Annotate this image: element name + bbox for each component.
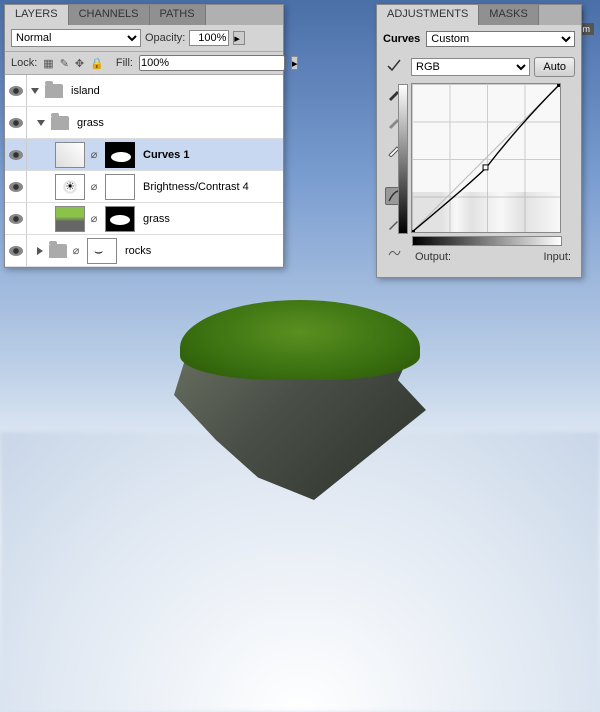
visibility-eye-icon[interactable] bbox=[9, 118, 23, 128]
channel-select[interactable]: RGB bbox=[411, 58, 530, 76]
folder-icon bbox=[45, 84, 63, 98]
lock-all-icon[interactable]: 🔒 bbox=[90, 56, 104, 70]
adjustments-panel: ADJUSTMENTS MASKS Curves Custom RGB Auto bbox=[376, 4, 582, 278]
link-icon[interactable]: ⌀ bbox=[89, 212, 99, 225]
layers-panel-tabs: LAYERS CHANNELS PATHS bbox=[5, 5, 283, 25]
layer-label[interactable]: Curves 1 bbox=[143, 149, 189, 161]
layer-label[interactable]: grass bbox=[143, 213, 170, 225]
layer-options-row1: Normal Opacity: ▸ bbox=[5, 25, 283, 52]
input-label: Input: bbox=[543, 251, 571, 263]
layer-curves1[interactable]: ⌀ Curves 1 bbox=[5, 139, 283, 171]
fill-flyout-icon[interactable]: ▸ bbox=[291, 56, 299, 70]
disclosure-down-icon[interactable] bbox=[37, 120, 45, 126]
lock-position-icon[interactable]: ✥ bbox=[75, 56, 84, 70]
folder-icon bbox=[51, 116, 69, 130]
layer-group-grass[interactable]: grass bbox=[5, 107, 283, 139]
layer-options-row2: Lock: ▦ ✎ ✥ 🔒 Fill: ▸ bbox=[5, 52, 283, 75]
layers-list: island grass ⌀ Curves 1 ☀ ⌀ bbox=[5, 75, 283, 267]
curve-area: RGB Auto Output: Input: bbox=[411, 57, 575, 267]
layer-mask-thumb[interactable] bbox=[87, 238, 117, 264]
visibility-eye-icon[interactable] bbox=[9, 214, 23, 224]
adjustments-header: Curves Custom bbox=[377, 25, 581, 53]
visibility-eye-icon[interactable] bbox=[9, 246, 23, 256]
brightness-thumb-icon[interactable]: ☀ bbox=[55, 174, 85, 200]
channel-row: RGB Auto bbox=[411, 57, 575, 77]
curves-thumb-icon[interactable] bbox=[55, 142, 85, 168]
lock-pixels-icon[interactable]: ✎ bbox=[60, 56, 69, 70]
tab-layers[interactable]: LAYERS bbox=[5, 5, 69, 25]
output-label: Output: bbox=[415, 251, 451, 263]
island-grass bbox=[180, 300, 420, 380]
link-icon[interactable]: ⌀ bbox=[89, 180, 99, 193]
tab-adjustments[interactable]: ADJUSTMENTS bbox=[377, 5, 479, 25]
input-gradient bbox=[412, 236, 562, 246]
visibility-eye-icon[interactable] bbox=[9, 182, 23, 192]
layer-label[interactable]: grass bbox=[77, 117, 104, 129]
lock-label: Lock: bbox=[11, 57, 37, 69]
auto-button[interactable]: Auto bbox=[534, 57, 575, 77]
layer-label[interactable]: island bbox=[71, 85, 100, 97]
preset-select[interactable]: Custom bbox=[426, 31, 575, 47]
blend-mode-select[interactable]: Normal bbox=[11, 29, 141, 47]
adjustment-title: Curves bbox=[383, 33, 420, 45]
layer-mask-thumb[interactable] bbox=[105, 174, 135, 200]
folder-icon bbox=[49, 244, 67, 258]
tab-paths[interactable]: PATHS bbox=[150, 5, 206, 25]
layer-mask-thumb[interactable] bbox=[105, 142, 135, 168]
disclosure-right-icon[interactable] bbox=[37, 247, 43, 255]
visibility-eye-icon[interactable] bbox=[9, 150, 23, 160]
opacity-input[interactable] bbox=[189, 30, 229, 46]
layer-label[interactable]: rocks bbox=[125, 245, 151, 257]
layer-grass[interactable]: ⌀ grass bbox=[5, 203, 283, 235]
adjustments-body: RGB Auto Output: Input: bbox=[377, 53, 581, 277]
fill-label: Fill: bbox=[116, 57, 133, 69]
target-adjust-icon[interactable] bbox=[385, 57, 403, 75]
lock-transparency-icon[interactable]: ▦ bbox=[43, 56, 53, 70]
smooth-tool-icon[interactable] bbox=[385, 243, 403, 261]
curve-line[interactable] bbox=[412, 84, 560, 232]
layer-brightness-contrast4[interactable]: ☀ ⌀ Brightness/Contrast 4 bbox=[5, 171, 283, 203]
output-gradient bbox=[398, 84, 408, 234]
disclosure-down-icon[interactable] bbox=[31, 88, 39, 94]
layer-label[interactable]: Brightness/Contrast 4 bbox=[143, 181, 249, 193]
fill-input[interactable] bbox=[139, 55, 285, 71]
layer-group-rocks[interactable]: ⌀ rocks bbox=[5, 235, 283, 267]
layer-thumb[interactable] bbox=[55, 206, 85, 232]
layers-panel: LAYERS CHANNELS PATHS Normal Opacity: ▸ … bbox=[4, 4, 284, 268]
adjustments-panel-tabs: ADJUSTMENTS MASKS bbox=[377, 5, 581, 25]
floating-island-artwork bbox=[160, 300, 440, 500]
tab-masks[interactable]: MASKS bbox=[479, 5, 539, 25]
visibility-eye-icon[interactable] bbox=[9, 86, 23, 96]
tab-channels[interactable]: CHANNELS bbox=[69, 5, 150, 25]
curve-grid[interactable] bbox=[411, 83, 561, 233]
layer-group-island[interactable]: island bbox=[5, 75, 283, 107]
layer-mask-thumb[interactable] bbox=[105, 206, 135, 232]
opacity-flyout-icon[interactable]: ▸ bbox=[233, 31, 245, 45]
link-icon[interactable]: ⌀ bbox=[89, 148, 99, 161]
link-icon[interactable]: ⌀ bbox=[71, 244, 81, 257]
opacity-label: Opacity: bbox=[145, 32, 185, 44]
